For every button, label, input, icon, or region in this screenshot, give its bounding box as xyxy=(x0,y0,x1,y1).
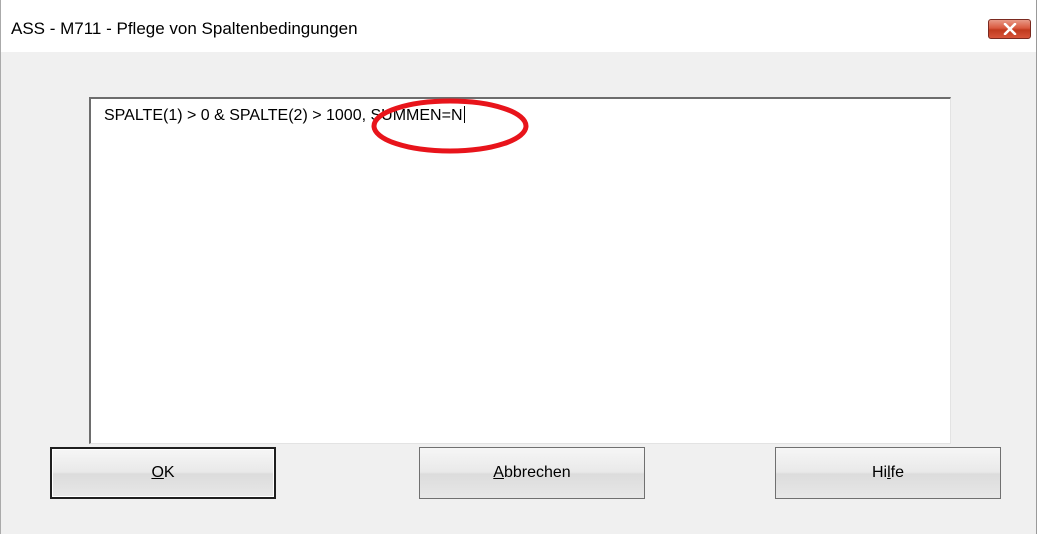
cancel-button[interactable]: Abbrechen xyxy=(419,447,645,499)
title-bar[interactable]: ASS - M711 - Pflege von Spaltenbedingung… xyxy=(1,0,1036,52)
ok-button-label: OK xyxy=(151,464,175,481)
close-icon xyxy=(1003,23,1017,35)
dialog-window: ASS - M711 - Pflege von Spaltenbedingung… xyxy=(0,0,1037,534)
help-button[interactable]: Hilfe xyxy=(775,447,1001,499)
cancel-button-label: Abbrechen xyxy=(493,464,571,481)
text-caret xyxy=(463,106,465,123)
dialog-client-area: SPALTE(1) > 0 & SPALTE(2) > 1000, SUMMEN… xyxy=(1,52,1036,534)
condition-text-value: SPALTE(1) > 0 & SPALTE(2) > 1000, SUMMEN… xyxy=(104,106,465,124)
condition-text-field[interactable]: SPALTE(1) > 0 & SPALTE(2) > 1000, SUMMEN… xyxy=(89,97,951,444)
ok-button[interactable]: OK xyxy=(50,447,276,499)
window-title: ASS - M711 - Pflege von Spaltenbedingung… xyxy=(11,19,358,38)
help-button-label: Hilfe xyxy=(871,464,904,481)
close-button[interactable] xyxy=(988,19,1031,39)
